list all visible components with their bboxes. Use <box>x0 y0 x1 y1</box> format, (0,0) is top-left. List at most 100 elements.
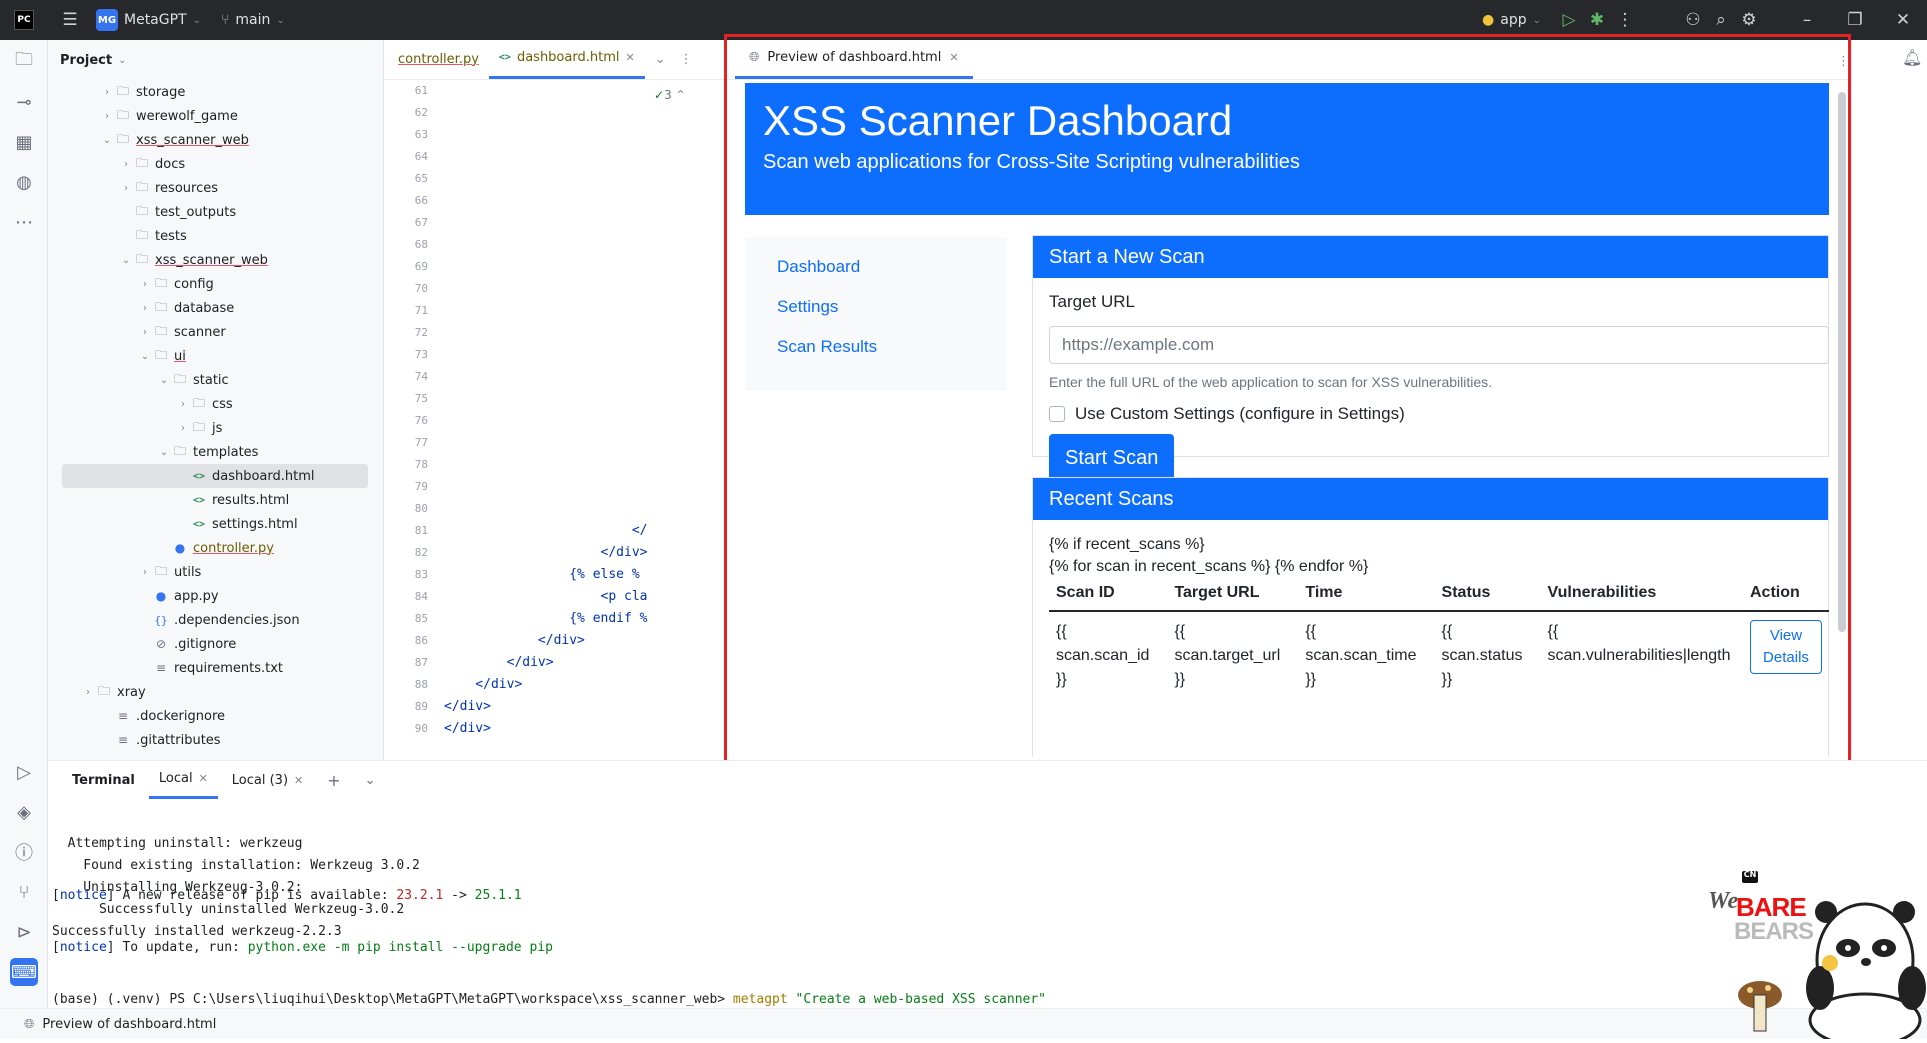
code-line[interactable]: </div> <box>444 630 724 652</box>
chevron-down-icon[interactable]: ⌄ <box>100 135 114 146</box>
nav-link-dashboard[interactable]: Dashboard <box>777 255 1007 295</box>
checkbox-box[interactable] <box>1049 406 1065 422</box>
code-line[interactable]: {% else % <box>444 564 724 586</box>
run-config-selector[interactable]: ● app ⌄ <box>1482 12 1541 28</box>
close-tab-icon[interactable]: ✕ <box>949 51 958 64</box>
project-panel-header[interactable]: Project ⌄ <box>48 40 383 80</box>
code-line[interactable] <box>444 168 724 190</box>
preview-scrollbar[interactable]: ⋮ <box>1833 54 1851 760</box>
tree-item[interactable]: ● controller.py <box>48 536 384 560</box>
more-icon[interactable]: ⋮ <box>1837 54 1850 69</box>
close-tab-icon[interactable]: ✕ <box>199 772 208 785</box>
tree-item[interactable]: {} .dependencies.json <box>48 608 384 632</box>
tree-item[interactable]: › 🗀 xray <box>48 680 384 704</box>
tree-item[interactable]: 🗀 test_outputs <box>48 200 384 224</box>
code-line[interactable] <box>444 234 724 256</box>
tab-controller-py[interactable]: controller.py <box>384 39 489 79</box>
code-line[interactable]: </ <box>444 520 724 542</box>
tab-dashboard-html[interactable]: <> dashboard.html ✕ <box>488 39 645 79</box>
chevron-right-icon[interactable]: › <box>100 111 114 122</box>
tree-item[interactable]: <> settings.html <box>48 512 384 536</box>
code-line[interactable]: </div> <box>444 718 724 740</box>
tab-terminal-local[interactable]: Local ✕ <box>148 761 218 799</box>
folder-icon[interactable]: 🗀 <box>0 42 48 82</box>
tree-item[interactable]: ⌄ 🗀 xss_scanner_web <box>48 248 384 272</box>
tree-item[interactable]: › 🗀 utils <box>48 560 384 584</box>
tree-item[interactable]: › 🗀 resources <box>48 176 384 200</box>
tree-item[interactable]: ≡ .dockerignore <box>48 704 384 728</box>
minimize-icon[interactable]: – <box>1783 6 1831 34</box>
hamburger-icon[interactable]: ☰ <box>56 6 84 34</box>
chevron-right-icon[interactable]: › <box>100 87 114 98</box>
tree-item[interactable]: ≡ .gitattributes <box>48 728 384 752</box>
code-line[interactable]: </div> <box>444 542 724 564</box>
branch-switcher[interactable]: ⑂ main ⌄ <box>221 12 285 28</box>
debug-icon[interactable]: ✱ <box>1583 6 1611 34</box>
chevron-down-icon[interactable]: ⌄ <box>119 255 133 266</box>
more-icon[interactable]: ⋮ <box>676 39 697 79</box>
code-line[interactable] <box>444 256 724 278</box>
new-terminal-icon[interactable]: + <box>317 761 350 799</box>
settings-icon[interactable]: ⚙ <box>1735 6 1763 34</box>
tree-item[interactable]: ● app.py <box>48 584 384 608</box>
tree-item[interactable]: ⌄ 🗀 templates <box>48 440 384 464</box>
code-line[interactable] <box>444 278 724 300</box>
chevron-right-icon[interactable]: › <box>176 423 190 434</box>
chevron-down-icon[interactable]: ⌄ <box>157 447 171 458</box>
code-line[interactable] <box>444 366 724 388</box>
code-line[interactable]: </div> <box>444 652 724 674</box>
tree-item[interactable]: ⌄ 🗀 xss_scanner_web <box>48 128 384 152</box>
tab-terminal-local-3[interactable]: Local (3) ✕ <box>222 761 313 799</box>
scrollbar-thumb[interactable] <box>1838 92 1846 632</box>
tree-item[interactable]: ⌄ 🗀 ui <box>48 344 384 368</box>
git-icon[interactable]: ⑂ <box>0 872 48 912</box>
code-area[interactable]: </ </div> {% else % <p cla {% endif % </… <box>444 80 724 740</box>
code-line[interactable] <box>444 146 724 168</box>
tree-item[interactable]: <> dashboard.html <box>62 464 368 488</box>
search-icon[interactable]: ⌕ <box>1707 6 1735 34</box>
code-line[interactable] <box>444 322 724 344</box>
code-line[interactable] <box>444 124 724 146</box>
close-tab-icon[interactable]: ✕ <box>294 774 303 787</box>
code-line[interactable] <box>444 454 724 476</box>
chevron-right-icon[interactable]: › <box>138 327 152 338</box>
code-line[interactable] <box>444 300 724 322</box>
more-icon[interactable]: ⋮ <box>1611 6 1639 34</box>
status-label[interactable]: Preview of dashboard.html <box>42 1017 216 1032</box>
close-tab-icon[interactable]: ✕ <box>625 51 634 64</box>
add-user-icon[interactable]: ⚇ <box>1679 6 1707 34</box>
python-packages-icon[interactable]: ◍ <box>0 162 48 202</box>
code-line[interactable] <box>444 388 724 410</box>
services-icon[interactable]: ⊳ <box>0 912 48 952</box>
tree-item[interactable]: › 🗀 storage <box>48 80 384 104</box>
code-line[interactable]: </div> <box>444 674 724 696</box>
chevron-right-icon[interactable]: › <box>138 279 152 290</box>
tree-item[interactable]: › 🗀 database <box>48 296 384 320</box>
code-line[interactable]: {% endif % <box>444 608 724 630</box>
view-details-button[interactable]: View Details <box>1749 620 1822 674</box>
code-line[interactable] <box>444 498 724 520</box>
chevron-right-icon[interactable]: › <box>119 183 133 194</box>
code-line[interactable] <box>444 476 724 498</box>
run-icon[interactable]: ▷ <box>1555 6 1583 34</box>
code-line[interactable] <box>444 410 724 432</box>
chevron-down-icon[interactable]: ⌄ <box>138 351 152 362</box>
run-panel-icon[interactable]: ▷ <box>0 752 48 792</box>
tree-item[interactable]: › 🗀 config <box>48 272 384 296</box>
tree-item[interactable]: ⊘ .gitignore <box>48 632 384 656</box>
code-line[interactable] <box>444 190 724 212</box>
layers-icon[interactable]: ◈ <box>0 792 48 832</box>
structure-icon[interactable]: ▦ <box>0 122 48 162</box>
tree-item[interactable]: <> results.html <box>48 488 384 512</box>
tree-item[interactable]: › 🗀 werewolf_game <box>48 104 384 128</box>
tree-item[interactable]: › 🗀 scanner <box>48 320 384 344</box>
close-icon[interactable]: ✕ <box>1879 6 1927 34</box>
code-line[interactable]: <p cla <box>444 586 724 608</box>
code-line[interactable] <box>444 102 724 124</box>
restore-icon[interactable]: ❐ <box>1831 6 1879 34</box>
nav-link-settings[interactable]: Settings <box>777 295 1007 335</box>
chevron-right-icon[interactable]: › <box>81 687 95 698</box>
chevron-right-icon[interactable]: › <box>138 567 152 578</box>
tree-item[interactable]: ⌄ 🗀 static <box>48 368 384 392</box>
problems-icon[interactable]: ⓘ <box>0 832 48 872</box>
